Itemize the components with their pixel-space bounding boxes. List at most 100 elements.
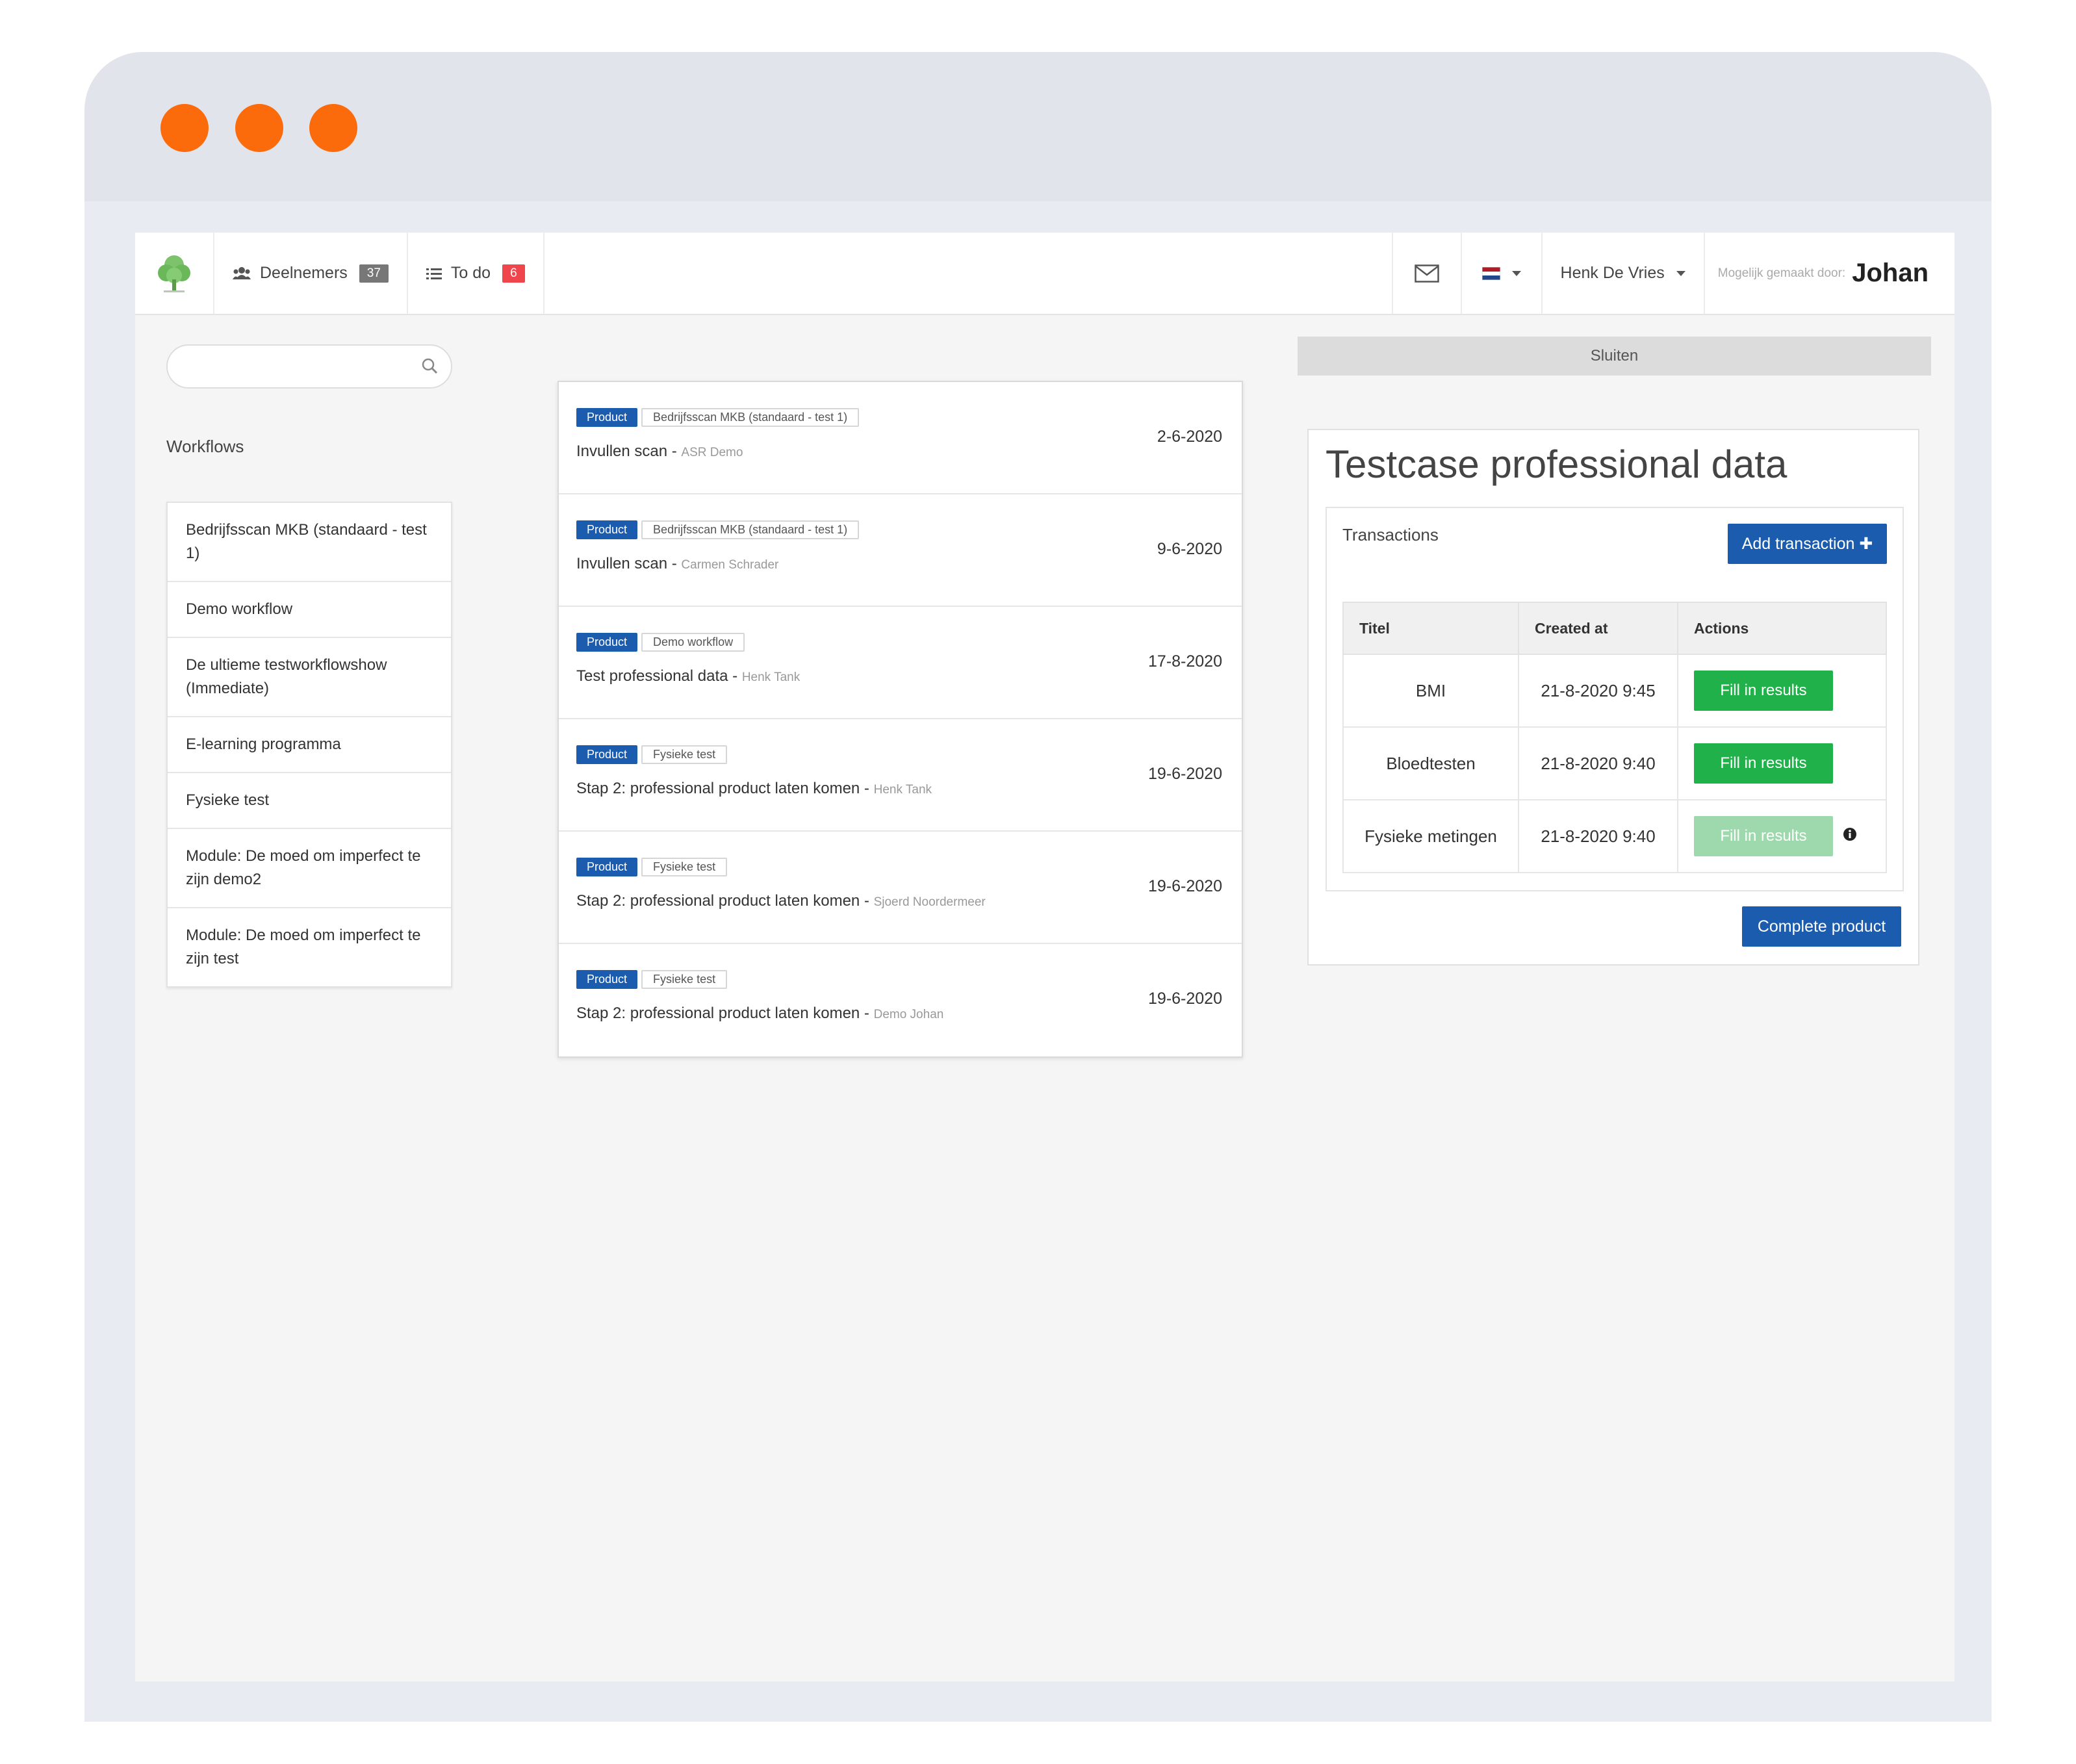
transaction-title: Fysieke metingen [1342,799,1519,873]
transaction-actions: Fill in results [1677,799,1887,873]
column-header-titel[interactable]: Titel [1342,602,1519,655]
page-title: Testcase professional data [1326,442,1788,486]
workflow-tag: Demo workflow [641,633,745,652]
transactions-box: Transactions Add transaction ✚ Titel Cre… [1326,507,1904,891]
task-date: 17-8-2020 [1148,652,1222,671]
column-header-actions: Actions [1677,602,1887,655]
window-maximize-dot[interactable] [309,104,357,152]
task-author: ASR Demo [681,446,743,459]
made-by: Mogelijk gemaakt door: Johan [1705,233,1954,314]
task-item[interactable]: Product Fysieke test Stap 2: professional… [559,832,1242,944]
participants-count-badge: 37 [359,264,389,283]
task-title: Stap 2: professional product laten komen… [576,892,874,910]
workflow-item[interactable]: Demo workflow [168,582,451,638]
search-icon[interactable] [421,357,438,377]
workflow-item[interactable]: Module: De moed om imperfect te zijn tes… [168,908,451,986]
close-button[interactable]: Sluiten [1298,337,1931,376]
fill-in-results-button[interactable]: Fill in results [1694,671,1833,711]
nav-todo[interactable]: To do 6 [408,233,545,314]
workflow-item[interactable]: E-learning programma [168,717,451,773]
user-name: Henk De Vries [1560,264,1665,282]
transaction-title: Bloedtesten [1342,726,1519,800]
task-title: Stap 2: professional product laten komen… [576,1004,874,1022]
transaction-created: 21-8-2020 9:40 [1518,726,1678,800]
made-by-name: Johan [1852,259,1929,287]
detail-panel: Testcase professional data Transactions … [1307,429,1919,965]
flag-nl-icon [1481,266,1500,280]
task-author: Henk Tank [741,671,801,684]
todo-count-badge: 6 [502,264,525,283]
task-date: 2-6-2020 [1157,428,1222,446]
workflow-item[interactable]: Fysieke test [168,773,451,829]
task-date: 9-6-2020 [1157,540,1222,558]
tree-logo-icon [158,255,190,292]
transaction-created: 21-8-2020 9:40 [1518,799,1678,873]
messages-button[interactable] [1393,233,1462,314]
search-input[interactable] [166,344,452,389]
product-tag: Product [576,970,638,989]
task-item[interactable]: Product Fysieke test Stap 2: professional… [559,944,1242,1056]
complete-product-button[interactable]: Complete product [1742,906,1901,947]
nav-participants[interactable]: Deelnemers 37 [214,233,408,314]
task-item[interactable]: Product Bedrijfsscan MKB (standaard - tes… [559,382,1242,494]
product-tag: Product [576,745,638,764]
transactions-heading: Transactions [1342,525,1439,544]
table-row: Bloedtesten 21-8-2020 9:40 Fill in resul… [1342,726,1887,800]
chevron-down-icon [1676,270,1685,276]
workflow-tag: Fysieke test [641,858,728,876]
info-icon[interactable] [1842,826,1858,847]
table-row: Fysieke metingen 21-8-2020 9:40 Fill in … [1342,799,1887,873]
chevron-down-icon [1511,270,1521,276]
task-date: 19-6-2020 [1148,765,1222,783]
task-title: Test professional data - [576,667,742,685]
task-item[interactable]: Product Fysieke test Stap 2: professional… [559,719,1242,832]
workflow-item[interactable]: De ultieme testworkflowshow (Immediate) [168,638,451,717]
todo-label: To do [450,264,491,282]
language-dropdown[interactable] [1462,233,1543,314]
task-title: Invullen scan - [576,555,682,572]
mail-icon [1414,264,1439,283]
product-tag: Product [576,858,638,876]
browser-window: Deelnemers 37 To do 6 Henk De Vries Moge… [84,52,1992,1722]
task-item[interactable]: Product Bedrijfsscan MKB (standaard - tes… [559,494,1242,607]
participants-label: Deelnemers [260,264,348,282]
task-author: Henk Tank [873,783,932,797]
home-logo[interactable] [135,233,214,314]
table-row: BMI 21-8-2020 9:45 Fill in results [1342,654,1887,728]
task-title: Invullen scan - [576,442,682,460]
workflow-item[interactable]: Bedrijfsscan MKB (standaard - test 1) [168,503,451,582]
navbar-spacer [545,233,1393,314]
product-tag: Product [576,520,638,539]
add-transaction-button[interactable]: Add transaction ✚ [1728,524,1887,564]
task-title: Stap 2: professional product laten komen… [576,780,874,797]
user-menu[interactable]: Henk De Vries [1543,233,1705,314]
task-author: Demo Johan [873,1008,944,1021]
made-by-label: Mogelijk gemaakt door: [1717,266,1846,280]
task-date: 19-6-2020 [1148,877,1222,895]
list-icon [426,267,442,280]
task-date: 19-6-2020 [1148,990,1222,1008]
column-header-created[interactable]: Created at [1518,602,1678,655]
fill-in-results-button[interactable]: Fill in results [1694,743,1833,784]
workflow-list: Bedrijfsscan MKB (standaard - test 1) De… [166,502,452,988]
workflow-item[interactable]: Module: De moed om imperfect te zijn dem… [168,829,451,908]
users-icon [233,266,251,281]
fill-in-results-button-disabled: Fill in results [1694,816,1833,856]
task-author: Carmen Schrader [681,558,779,572]
window-close-dot[interactable] [160,104,209,152]
task-item[interactable]: Product Demo workflow Test professional d… [559,607,1242,719]
transaction-created: 21-8-2020 9:45 [1518,654,1678,728]
transaction-actions: Fill in results [1677,654,1887,728]
window-minimize-dot[interactable] [235,104,283,152]
transactions-table: Titel Created at Actions BMI 21-8-2020 9… [1342,602,1887,873]
top-navbar: Deelnemers 37 To do 6 Henk De Vries Moge… [135,233,1954,315]
product-tag: Product [576,408,638,427]
workflow-tag: Fysieke test [641,970,728,989]
transaction-actions: Fill in results [1677,726,1887,800]
table-header-row: Titel Created at Actions [1342,602,1887,655]
transaction-title: BMI [1342,654,1519,728]
workflow-tag: Fysieke test [641,745,728,764]
workflows-heading: Workflows [166,437,244,456]
window-titlebar [84,52,1992,201]
workflow-tag: Bedrijfsscan MKB (standaard - test 1) [641,408,860,427]
